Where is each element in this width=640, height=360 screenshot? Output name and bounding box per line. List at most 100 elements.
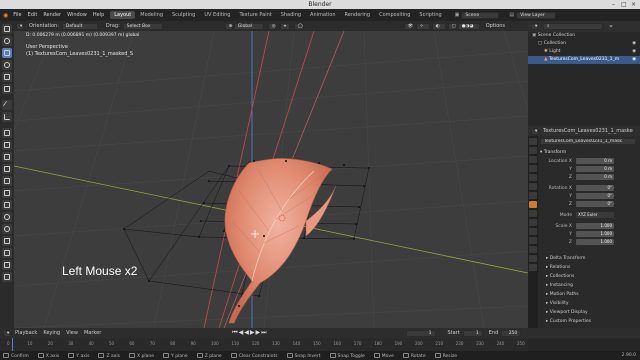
proportional-edit-icon[interactable]: ◯ [293,22,304,30]
global-dropdown[interactable]: Global [233,22,264,30]
menu-file[interactable]: File [13,12,21,18]
tab-uv-editing[interactable]: UV Editing [200,11,234,19]
location-z-field[interactable]: 0 m [576,174,614,180]
scale-z-field[interactable]: 1.000 [576,239,614,245]
object-tab-icon[interactable] [529,201,537,208]
filter-icon[interactable]: ⏷ [609,24,613,30]
tool-tab-icon[interactable] [529,138,537,145]
tab-animation[interactable]: Animation [306,11,340,19]
scene-selector[interactable]: Scene [461,11,500,19]
object-name-field[interactable]: TexturesCom_Leaves0231_1_mask [540,138,636,145]
blender-logo-icon[interactable]: ◉ [3,12,8,19]
timeline-ruler[interactable]: 0 10 20 30 40 50 60 70 80 90 100 110 120 130 140 150 160… [0,338,528,351]
motion-paths-section[interactable]: ▸ Motion Paths [528,290,640,299]
smooth-tool-icon[interactable] [2,224,12,234]
view-layer-selector[interactable]: View Layer [516,11,557,19]
outliner-editor-icon[interactable]: ▾ [531,23,539,30]
render-tab-icon[interactable] [529,147,537,154]
location-y-field[interactable]: 0 m [576,166,614,172]
transform-section-header[interactable]: ▾ Transform [540,149,638,157]
overlay-toggle-icon[interactable]: ◐ [431,22,446,30]
menu-help[interactable]: Help [93,12,104,18]
scale-y-field[interactable]: 1.000 [576,231,614,237]
modifier-tab-icon[interactable] [529,210,537,217]
texture-tab-icon[interactable] [529,264,537,271]
start-frame-field[interactable]: 1 [462,329,483,337]
physics-tab-icon[interactable] [529,228,537,235]
data-tab-icon[interactable] [529,246,537,253]
collections-section[interactable]: ▸ Collections [528,272,640,281]
collection-tab-icon[interactable] [529,192,537,199]
annotate-tool-icon[interactable] [2,100,12,110]
tab-compositing[interactable]: Compositing [375,11,414,19]
gizmo-toggle-icon[interactable]: ⊹ [415,22,430,30]
end-frame-field[interactable]: 250 [501,329,522,337]
scene-tab-icon[interactable] [529,174,537,181]
timeline-menu-view[interactable]: View [66,330,78,336]
relations-section[interactable]: ▸ Relations [528,263,640,272]
location-x-field[interactable]: 0 m [576,158,614,164]
edge-slide-tool-icon[interactable] [2,236,12,246]
tab-layout[interactable]: Layout [110,11,136,19]
viewport-display-section[interactable]: ▸ Viewport Display [528,308,640,317]
snap-icon[interactable]: ⌖ [279,22,290,30]
bevel-tool-icon[interactable] [2,164,12,174]
orientation-dropdown[interactable]: Default [61,22,98,30]
timeline-menu-keying[interactable]: Keying [43,330,60,336]
menu-edit[interactable]: Edit [28,12,38,18]
tab-texture-paint[interactable]: Texture Paint [235,11,275,19]
tab-modeling[interactable]: Modeling [136,11,167,19]
current-frame-field[interactable]: 1 [405,329,436,337]
tab-shading[interactable]: Shading [277,11,305,19]
shading-mode-icons[interactable]: ●◑◕ [457,22,480,30]
menu-window[interactable]: Window [67,12,87,18]
timeline-editor-icon[interactable]: ▾ [3,329,11,337]
outliner-row-collection[interactable]: ▢ Collection ◉ [528,40,640,48]
minimize-icon[interactable]: – [612,1,615,8]
inset-tool-icon[interactable] [2,152,12,162]
rip-tool-icon[interactable] [2,272,12,282]
scale-tool-icon[interactable] [2,72,12,82]
close-icon[interactable]: × [631,1,636,8]
timeline-menu-playback[interactable]: Playback [15,330,37,336]
drag-dropdown[interactable]: Select Box [122,22,163,30]
particles-tab-icon[interactable] [529,219,537,226]
outliner-search-input[interactable]: ⌕ [543,23,603,30]
options-dropdown[interactable]: Options [486,23,505,29]
extrude-tool-icon[interactable] [2,140,12,150]
view-layer-tab-icon[interactable] [529,165,537,172]
transform-orientation-icon[interactable]: ⊕ [224,22,233,30]
rotation-mode-dropdown[interactable]: XYZ Euler [576,212,614,218]
properties-editor-icon[interactable]: ▾ [531,127,539,135]
3d-viewport[interactable]: D: 0.006279 m (0.006891 m) (0.009397 m) … [14,31,528,328]
maximize-icon[interactable]: □ [621,1,627,8]
select-tool-icon[interactable] [2,24,12,34]
shear-tool-icon[interactable] [2,260,12,270]
playhead[interactable] [12,338,13,351]
visibility-eye-icon[interactable]: ◉ [632,56,636,64]
tab-rendering[interactable]: Rendering [341,11,375,19]
poly-build-tool-icon[interactable] [2,200,12,210]
menu-render[interactable]: Render [43,12,61,18]
outliner-row-scene-collection[interactable]: ▣ Scene Collection [528,32,640,40]
add-cube-tool-icon[interactable] [2,128,12,138]
outliner-row-light[interactable]: ✺ Light ◉ [528,48,640,56]
custom-properties-section[interactable]: ▸ Custom Properties [528,317,640,326]
view-object-types-icon[interactable]: 👁 [403,22,413,30]
transform-tool-icon[interactable] [2,84,12,94]
timeline-menu-marker[interactable]: Marker [84,330,101,336]
pivot-icon[interactable]: ◎ [267,22,276,30]
spin-tool-icon[interactable] [2,212,12,222]
scale-x-field[interactable]: 1.000 [576,223,614,229]
world-tab-icon[interactable] [529,183,537,190]
shrink-fatten-tool-icon[interactable] [2,248,12,258]
playback-controls-icons[interactable]: ⏮◀◀▶▶⏭ [232,329,267,337]
move-tool-icon[interactable] [2,48,12,58]
constraints-tab-icon[interactable] [529,237,537,244]
output-tab-icon[interactable] [529,156,537,163]
tab-sculpting[interactable]: Sculpting [168,11,199,19]
instancing-section[interactable]: ▸ Instancing [528,281,640,290]
visibility-section[interactable]: ▸ Visibility [528,299,640,308]
delta-transform-section[interactable]: ▸ Delta Transform [528,254,640,263]
xray-toggle-icon[interactable]: ▢ [447,22,456,30]
